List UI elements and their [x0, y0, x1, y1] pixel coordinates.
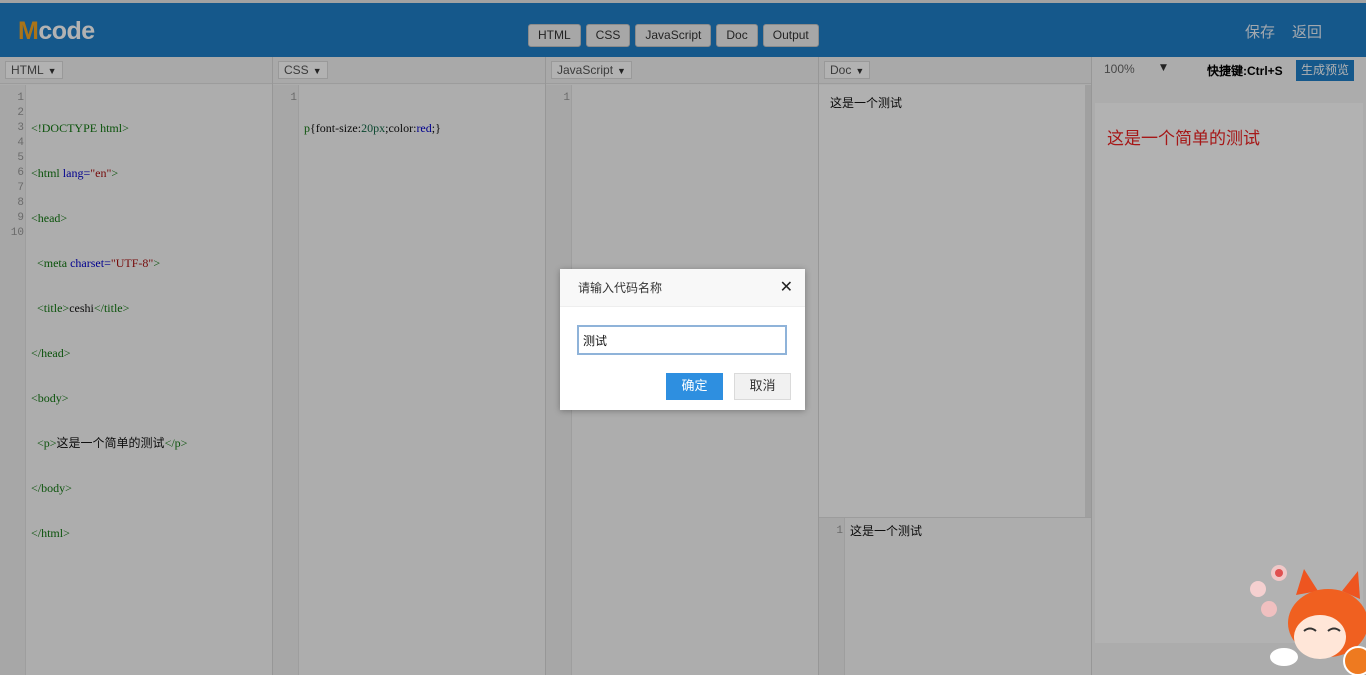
- dialog-title: 请输入代码名称: [578, 281, 663, 295]
- fox-mascot-icon[interactable]: [1246, 565, 1366, 675]
- confirm-button[interactable]: 确定: [666, 373, 723, 400]
- close-icon[interactable]: ✕: [780, 278, 793, 296]
- code-name-dialog: 请输入代码名称 ✕ 确定 取消: [560, 269, 805, 410]
- code-name-input[interactable]: [577, 325, 787, 355]
- cancel-button[interactable]: 取消: [734, 373, 791, 400]
- dialog-header: 请输入代码名称 ✕: [560, 269, 805, 307]
